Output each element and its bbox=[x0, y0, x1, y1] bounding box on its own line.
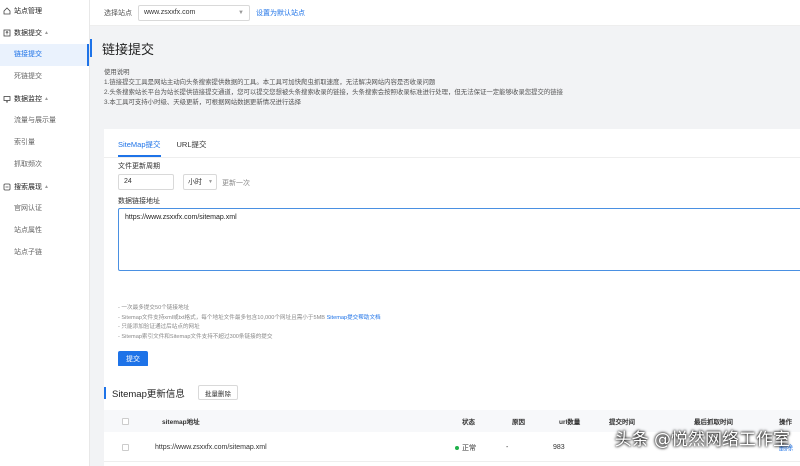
sitemap-info-card: Sitemap更新信息 批量删除 sitemap地址 状态 原因 url数量 提… bbox=[104, 366, 800, 466]
page-title: 链接提交 bbox=[102, 41, 155, 57]
chevron-down-icon: ▼ bbox=[238, 9, 244, 16]
chevron-down-icon: ▼ bbox=[208, 179, 213, 185]
chevron-up-icon: ▲ bbox=[44, 184, 49, 190]
sidebar-group-data-monitor[interactable]: 数据监控 ▲ bbox=[0, 88, 89, 110]
usage-title: 使用说明 bbox=[104, 69, 130, 76]
sidebar-item-index-volume[interactable]: 索引量 bbox=[0, 132, 89, 154]
col-sitemap-address: sitemap地址 bbox=[162, 419, 200, 426]
submit-notes: - 一次最多提交50个链接地址 - Sitemap文件支持xml或txt格式，每… bbox=[118, 304, 381, 342]
select-all-cell bbox=[122, 410, 129, 432]
usage-line: 1.链接提交工具是网站主动向头条搜索提供数据的工具。本工具可加快爬虫抓取速度，无… bbox=[104, 79, 436, 86]
submit-button[interactable]: 提交 bbox=[118, 351, 148, 367]
select-site-label: 选择站点 bbox=[104, 9, 132, 17]
site-select-value: www.zsxxfx.com bbox=[144, 9, 196, 16]
update-cycle-label: 文件更新周期 bbox=[118, 163, 160, 170]
sitemap-info-title: Sitemap更新信息 bbox=[104, 386, 185, 400]
display-icon bbox=[3, 183, 11, 191]
status-ok-dot bbox=[455, 445, 459, 450]
sidebar-item-crawl-frequency[interactable]: 抓取频次 bbox=[0, 154, 89, 176]
col-url-count: url数量 bbox=[559, 419, 581, 426]
watermark: 头条 @悦然网络工作室 bbox=[614, 430, 790, 450]
row-reason: - bbox=[506, 444, 509, 451]
usage-line: 3.本工具可支持小时级、天级更新，可根据网站数据更新情况进行选择 bbox=[104, 99, 302, 106]
set-default-site-link[interactable]: 设置为默认站点 bbox=[256, 8, 305, 18]
page-title-bar: 链接提交 bbox=[90, 36, 154, 60]
tabs-divider bbox=[104, 157, 800, 158]
note-line: - Sitemap索引文件和Sitemap文件支持不超过300条链接的提交 bbox=[118, 333, 273, 340]
sidebar: 站点管理 数据提交 ▲ 链接提交 死链提交 数据监控 ▲ 流量与展示量 索引量 … bbox=[0, 0, 90, 466]
title-accent-bar bbox=[90, 39, 92, 57]
chevron-up-icon: ▲ bbox=[44, 30, 49, 36]
title-accent-bar bbox=[104, 387, 106, 399]
data-link-textarea[interactable]: https://www.zsxxfx.com/sitemap.xml bbox=[118, 208, 800, 271]
row-status-text: 正常 bbox=[462, 444, 476, 452]
top-bar: 选择站点 www.zsxxfx.com ▼ 设置为默认站点 bbox=[90, 0, 800, 26]
sidebar-item-site-attributes[interactable]: 站点属性 bbox=[0, 220, 89, 242]
sidebar-group-label: 搜索展现 bbox=[14, 184, 42, 191]
main-content: 链接提交 使用说明 1.链接提交工具是网站主动向头条搜索提供数据的工具。本工具可… bbox=[90, 26, 800, 466]
row-url-count: 983 bbox=[553, 444, 565, 451]
select-all-checkbox[interactable] bbox=[122, 417, 129, 425]
sidebar-item-traffic-display[interactable]: 流量与展示量 bbox=[0, 110, 89, 132]
col-status: 状态 bbox=[462, 419, 475, 426]
note-text: - Sitemap文件支持xml或txt格式，每个地址文件最多包含10,000个… bbox=[118, 314, 325, 321]
sidebar-group-search-display[interactable]: 搜索展现 ▲ bbox=[0, 176, 89, 198]
update-unit-select[interactable]: 小时 ▼ bbox=[183, 174, 217, 190]
usage-notes: 使用说明 1.链接提交工具是网站主动向头条搜索提供数据的工具。本工具可加快爬虫抓… bbox=[104, 68, 563, 108]
house-icon bbox=[3, 7, 11, 15]
note-line: - 一次最多提交50个链接地址 bbox=[118, 305, 190, 311]
note-line: - 只能添加验证通过后站点的网址 bbox=[118, 324, 200, 331]
row-checkbox[interactable] bbox=[122, 444, 129, 451]
tab-sitemap-submit[interactable]: SiteMap提交 bbox=[118, 139, 161, 157]
update-cycle-input[interactable]: 24 bbox=[118, 174, 174, 190]
submit-card: SiteMap提交 URL提交 文件更新周期 24 小时 ▼ 更新一次 数据链接… bbox=[104, 129, 800, 377]
sitemap-help-link[interactable]: Sitemap提交帮助文档 bbox=[327, 315, 381, 321]
row-sitemap-address: https://www.zsxxfx.com/sitemap.xml bbox=[155, 444, 267, 451]
sidebar-item-official-verify[interactable]: 官网认证 bbox=[0, 198, 89, 220]
tab-url-submit[interactable]: URL提交 bbox=[177, 139, 207, 157]
data-link-label: 数据链接地址 bbox=[118, 198, 160, 205]
sidebar-group-label: 站点管理 bbox=[14, 8, 42, 15]
sitemap-info-title-text: Sitemap更新信息 bbox=[112, 389, 185, 400]
sidebar-group-data-submit[interactable]: 数据提交 ▲ bbox=[0, 22, 89, 44]
update-once-text: 更新一次 bbox=[222, 180, 250, 187]
sidebar-item-link-submit[interactable]: 链接提交 bbox=[0, 44, 89, 66]
sidebar-item-dead-link-submit[interactable]: 死链提交 bbox=[0, 66, 89, 88]
row-select-cell bbox=[122, 434, 129, 461]
update-unit-value: 小时 bbox=[188, 179, 202, 186]
chevron-up-icon: ▲ bbox=[44, 96, 49, 102]
bulk-delete-button[interactable]: 批量删除 bbox=[198, 385, 238, 400]
monitor-icon bbox=[3, 95, 11, 103]
usage-line: 2.头条搜索站长平台为站长提供链接提交通道，您可以提交您想被头条搜索收录的链接，… bbox=[104, 89, 564, 96]
site-select[interactable]: www.zsxxfx.com ▼ bbox=[138, 4, 250, 21]
sidebar-group-label: 数据提交 bbox=[14, 30, 42, 37]
upload-icon bbox=[3, 29, 11, 37]
sidebar-group-site-management[interactable]: 站点管理 bbox=[0, 0, 89, 22]
sidebar-group-label: 数据监控 bbox=[14, 96, 42, 103]
col-reason: 原因 bbox=[512, 419, 525, 426]
note-line: - Sitemap文件支持xml或txt格式，每个地址文件最多包含10,000个… bbox=[118, 314, 381, 324]
row-status: 正常 bbox=[455, 434, 476, 461]
submit-tabs: SiteMap提交 URL提交 bbox=[118, 139, 223, 157]
sidebar-item-site-subchain[interactable]: 站点子链 bbox=[0, 242, 89, 264]
